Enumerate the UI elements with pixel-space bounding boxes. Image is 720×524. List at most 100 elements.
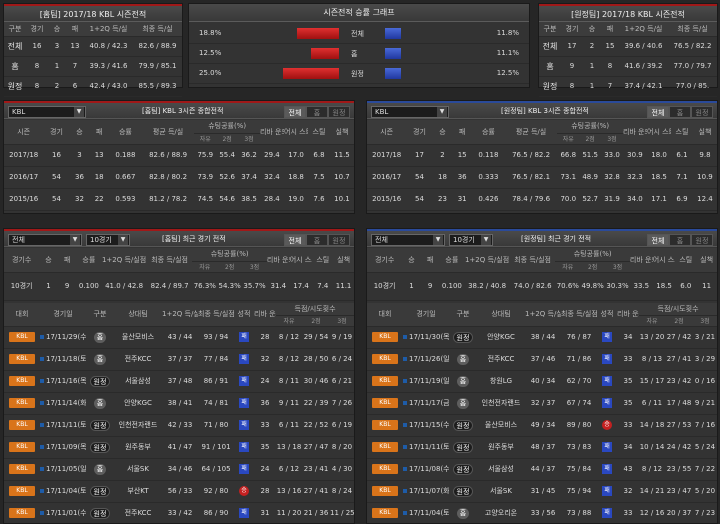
opponent-link[interactable]: 울산모비스 — [122, 333, 154, 341]
opponent-link[interactable]: 서울SK — [490, 487, 512, 495]
table-cell: 33 — [617, 502, 639, 524]
tab-home[interactable]: 홈 — [306, 234, 328, 246]
column-header: 승률 — [472, 120, 505, 145]
table-cell: 원정 — [86, 436, 114, 459]
home-3season-title: [홈팀] KBL 3시즌 종합전적 — [142, 107, 224, 115]
table-cell: 8 / 24 — [330, 480, 355, 503]
opponent-link[interactable]: 안양KGC — [124, 399, 152, 407]
league-badge[interactable]: KBL — [9, 332, 35, 342]
table-cell: 15 — [452, 144, 472, 167]
tab-home[interactable]: 홈 — [669, 106, 691, 118]
table-cell: 원정 — [86, 502, 114, 524]
league-badge[interactable]: KBL — [372, 486, 398, 496]
opponent-link[interactable]: 서울삼성 — [125, 377, 151, 385]
away-recent-title: [원정팀] 최근 경기 전적 — [521, 235, 592, 243]
result-badge: 승 — [602, 420, 612, 430]
tab-away[interactable]: 원정 — [328, 234, 350, 246]
result-badge: 패 — [239, 398, 249, 408]
league-badge[interactable]: KBL — [9, 442, 35, 452]
column-header: 슈팅공률(%) — [194, 120, 260, 134]
league-badge[interactable]: KBL — [9, 486, 35, 496]
league-badge[interactable]: KBL — [372, 508, 398, 518]
venue-badge: 홈 — [456, 375, 470, 387]
league-badge[interactable]: KBL — [9, 464, 35, 474]
tab-all[interactable]: 전체 — [284, 234, 306, 246]
column-header: 승 — [39, 248, 58, 273]
league-badge[interactable]: KBL — [9, 376, 35, 386]
cell-value: 17/11/15(수) — [409, 421, 449, 429]
opponent-link[interactable]: 부산KT — [127, 487, 148, 495]
tab-all[interactable]: 전체 — [284, 106, 306, 118]
tab-home[interactable]: 홈 — [669, 234, 691, 246]
table-cell: 10경기 — [367, 272, 403, 301]
table-cell: 패 — [234, 414, 254, 437]
opponent-link[interactable]: 창원LG — [490, 377, 512, 385]
opponent-link[interactable]: 전주KCC — [125, 355, 152, 363]
opponent-link[interactable]: 전주KCC — [488, 355, 515, 363]
cell-value: 86 / 91 — [203, 377, 229, 385]
league-badge[interactable]: KBL — [9, 420, 35, 430]
tab-away[interactable]: 원정 — [691, 234, 713, 246]
bullet-icon — [40, 423, 44, 427]
league-badge[interactable]: KBL — [372, 442, 398, 452]
table-cell: 서울삼성 — [114, 370, 162, 393]
opponent-link[interactable]: 울산모비스 — [485, 421, 517, 429]
cell-value: 9 / 21 — [694, 399, 716, 407]
game-count-select[interactable]: 10경기 ▼ — [86, 234, 130, 246]
opponent-link[interactable]: 원주동부 — [125, 443, 151, 451]
league-badge[interactable]: KBL — [9, 508, 35, 518]
league-badge[interactable]: KBL — [372, 376, 398, 386]
scope-select[interactable]: 전체 ▼ — [8, 234, 82, 246]
opponent-link[interactable]: 인천전자랜드 — [119, 421, 158, 429]
league-badge[interactable]: KBL — [372, 464, 398, 474]
league-badge[interactable]: KBL — [372, 420, 398, 430]
opponent-link[interactable]: 원주동부 — [488, 443, 514, 451]
tab-away[interactable]: 원정 — [691, 106, 713, 118]
tab-all[interactable]: 전체 — [647, 234, 669, 246]
game-row: KBL 17/11/18(토) 홈 전주KCC 37 / 37 77 / 84 패 32 8 /… — [4, 348, 355, 371]
cell-value: 17/11/04(토) — [46, 487, 86, 495]
cell-value: 43 — [623, 465, 633, 473]
table-cell: 17/11/01(수) — [40, 502, 86, 524]
tab-away[interactable]: 원정 — [328, 106, 350, 118]
table-cell: 15 / 17 — [639, 370, 665, 393]
league-select[interactable]: KBL ▼ — [371, 106, 449, 118]
league-badge[interactable]: KBL — [372, 332, 398, 342]
opponent-link[interactable]: 전주KCC — [125, 509, 152, 517]
opponent-link[interactable]: 고양오리온 — [485, 509, 517, 517]
table-cell: 8 / 20 — [330, 436, 355, 459]
table-cell: 70.0 — [557, 188, 580, 211]
opponent-link[interactable]: 안양KGC — [487, 333, 515, 341]
table-cell: 1 — [39, 272, 58, 301]
league-badge[interactable]: KBL — [9, 398, 35, 408]
opponent-link[interactable]: 서울삼성 — [488, 465, 514, 473]
opponent-link[interactable]: 인천전자랜드 — [482, 399, 521, 407]
header-row: 시즌경기승패승률평균 득/실슈팅공률(%)리바 운드어시 스트스틸실책 — [367, 120, 717, 145]
tab-all[interactable]: 전체 — [647, 106, 669, 118]
table-cell: 31.9 — [601, 188, 623, 211]
table-cell: 18 — [89, 166, 109, 189]
game-count-select[interactable]: 10경기 ▼ — [449, 234, 493, 246]
table-cell: 9 — [57, 272, 77, 301]
opponent-link[interactable]: 서울SK — [127, 465, 149, 473]
season-row: 2015/16 54 23 31 0.426 78.4 / 79.6 70.0 52.7 31.… — [367, 188, 717, 211]
game-row: KBL 17/11/19(일) 홈 창원LG 40 / 34 62 / 70 패 35 15 /… — [367, 370, 718, 393]
table-cell: 74.5 — [194, 188, 217, 211]
scope-select[interactable]: 전체 ▼ — [371, 234, 445, 246]
league-badge[interactable]: KBL — [9, 354, 35, 364]
chevron-down-icon: ▼ — [437, 107, 447, 117]
table-cell: 6.9 — [671, 188, 693, 211]
column-header: 승 — [402, 248, 421, 273]
table-cell: 인천전자랜드 — [114, 414, 162, 437]
table-cell: 7 — [601, 76, 619, 97]
cell-value: 6 / 19 — [331, 421, 353, 429]
home-rate-bar — [283, 68, 339, 79]
tab-home[interactable]: 홈 — [306, 106, 328, 118]
bullet-icon — [40, 357, 44, 361]
league-select[interactable]: KBL ▼ — [8, 106, 86, 118]
league-badge[interactable]: KBL — [372, 354, 398, 364]
column-header: 스틸 — [675, 248, 697, 273]
cell-value: 48 / 37 — [530, 443, 556, 451]
league-badge[interactable]: KBL — [372, 398, 398, 408]
column-header: 경기수 — [367, 248, 403, 273]
